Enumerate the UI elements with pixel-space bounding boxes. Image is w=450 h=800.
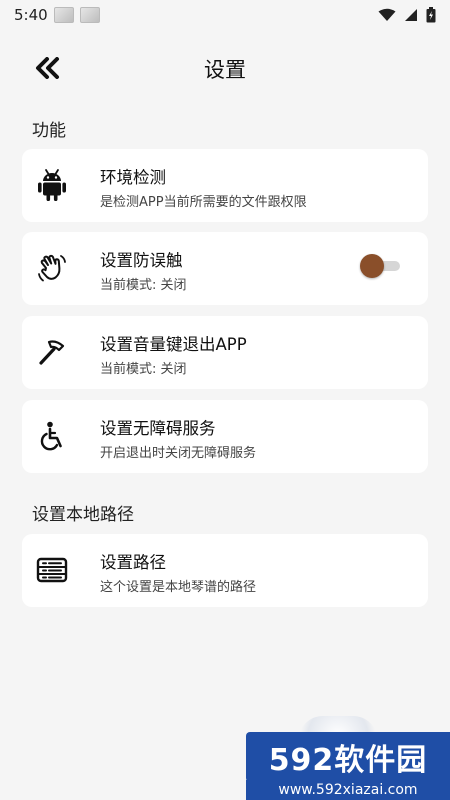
setting-title: 环境检测 [100, 168, 166, 187]
toggle-thumb [360, 254, 384, 278]
setting-item-accessibility[interactable]: 设置无障碍服务 开启退出时关闭无障碍服务 [22, 400, 428, 473]
setting-item-volume-key-exit[interactable]: 设置音量键退出APP 当前模式: 关闭 [22, 316, 428, 389]
setting-item-path[interactable]: 设置路径 这个设置是本地琴谱的路径 [22, 534, 428, 607]
watermark-brand: 592软件园 [246, 732, 450, 782]
status-left: 5:40 [14, 6, 100, 24]
section-title-local-path: 设置本地路径 [32, 505, 134, 525]
android-icon [36, 167, 68, 203]
setting-title: 设置防误触 [100, 251, 183, 270]
section-title-features: 功能 [32, 121, 66, 141]
setting-title: 设置无障碍服务 [100, 419, 216, 438]
setting-subtitle: 是检测APP当前所需要的文件跟权限 [100, 195, 307, 210]
setting-subtitle: 当前模式: 关闭 [100, 278, 187, 293]
setting-title: 设置音量键退出APP [100, 335, 247, 354]
signal-icon [405, 9, 417, 21]
battery-icon [426, 7, 436, 23]
setting-item-environment-check[interactable]: 环境检测 是检测APP当前所需要的文件跟权限 [22, 149, 428, 222]
anti-mistouch-toggle[interactable] [360, 254, 400, 278]
watermark-logo: 592软件园 www.592xiazai.com [246, 716, 450, 800]
storage-icon [36, 552, 68, 588]
setting-item-anti-mistouch[interactable]: 设置防误触 当前模式: 关闭 [22, 232, 428, 305]
setting-title: 设置路径 [100, 553, 166, 572]
app-bar: 设置 [0, 40, 450, 96]
watermark-url: www.592xiazai.com [246, 780, 450, 800]
wifi-icon [378, 8, 396, 21]
accessibility-icon [36, 418, 68, 454]
notification-icon [53, 7, 74, 23]
status-bar: 5:40 [0, 0, 450, 30]
hammer-icon [36, 334, 68, 370]
setting-subtitle: 这个设置是本地琴谱的路径 [100, 580, 257, 595]
page-title: 设置 [204, 58, 246, 82]
setting-subtitle: 当前模式: 关闭 [100, 362, 187, 377]
status-icons [378, 7, 436, 23]
notification-icon [79, 7, 100, 23]
status-time: 5:40 [14, 6, 48, 24]
setting-subtitle: 开启退出时关闭无障碍服务 [100, 446, 257, 461]
wave-hand-icon [36, 250, 68, 286]
